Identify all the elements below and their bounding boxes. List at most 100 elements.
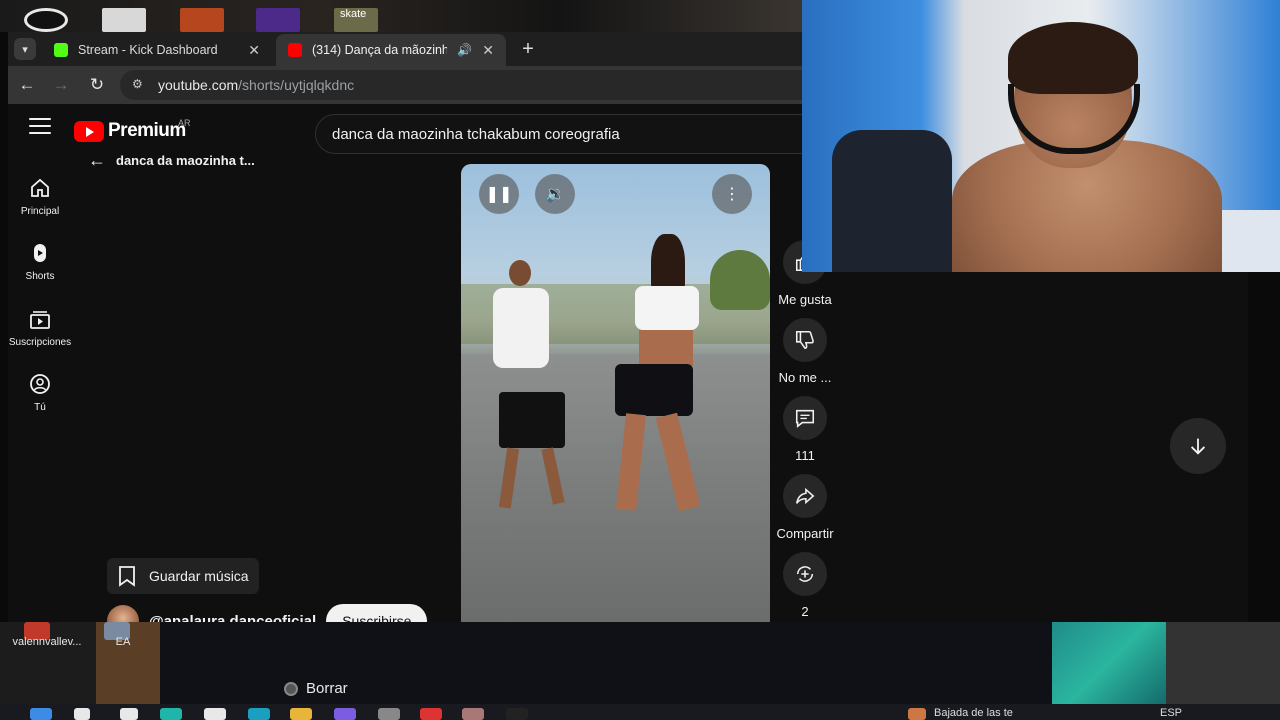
language-indicator[interactable]: ESP — [1160, 707, 1182, 719]
pause-button[interactable]: ❚❚ — [479, 174, 519, 214]
youtube-favicon-icon — [288, 43, 302, 57]
folder-icon[interactable] — [290, 708, 312, 720]
dislike-button[interactable]: No me ... — [769, 318, 841, 385]
webcam-chair — [832, 130, 952, 272]
channel-info: @analaura.danceoficial Suscribirse — [107, 604, 428, 623]
dancer-figure — [635, 286, 699, 330]
search-input[interactable]: danca da maozinha tchakabum coreografia — [315, 114, 835, 154]
dancer-figure — [493, 288, 549, 368]
webcam-overlay — [802, 0, 1280, 272]
subscriptions-icon — [30, 311, 50, 329]
new-tab-button[interactable]: + — [516, 38, 540, 62]
tab-search-button[interactable]: ▾ — [14, 38, 36, 60]
home-icon — [31, 178, 49, 197]
country-code: AR — [178, 118, 191, 128]
chrome-icon[interactable] — [420, 708, 442, 720]
app-icon[interactable] — [462, 708, 484, 720]
plus-icon: + — [522, 38, 534, 60]
menu-icon[interactable] — [29, 118, 51, 136]
thumbs-down-icon — [783, 318, 827, 362]
desktop-shortcut-label[interactable]: EA — [100, 636, 146, 648]
back-button[interactable]: ← — [16, 74, 38, 96]
next-short-button[interactable] — [1170, 418, 1226, 474]
dancer-figure — [615, 364, 693, 416]
discord-icon[interactable] — [334, 708, 356, 720]
borrar-button[interactable]: Borrar — [284, 680, 348, 697]
close-icon[interactable]: ✕ — [482, 42, 494, 59]
search-query: danca da maozinha tchakabum coreografia — [332, 126, 620, 143]
start-icon[interactable] — [30, 708, 52, 720]
app-icon[interactable] — [378, 708, 400, 720]
desktop-thumbnail — [102, 8, 146, 32]
tab-youtube[interactable]: (314) Dança da mãozinha - 🔊 ✕ — [276, 34, 506, 66]
close-icon[interactable]: ✕ — [248, 42, 260, 59]
site-info-icon[interactable]: ⚙ — [132, 77, 146, 91]
reload-icon: ↻ — [89, 75, 105, 94]
youtube-logo-icon — [74, 120, 104, 142]
guide-label: Principal — [20, 206, 60, 217]
like-label: Me gusta — [778, 292, 832, 307]
desktop-wallpaper — [1166, 622, 1280, 704]
guide-item-tu[interactable]: Tú — [8, 372, 72, 413]
save-music-label: Guardar música — [149, 568, 249, 584]
subscribe-button[interactable]: Suscribirse — [326, 604, 428, 622]
desktop-thumbnail-label: skate — [340, 8, 367, 20]
dancer-figure — [639, 330, 693, 366]
desktop-thumbnail: skate — [334, 8, 378, 32]
dislike-label: No me ... — [778, 370, 832, 385]
save-music-button[interactable]: Guardar música — [107, 558, 259, 594]
share-button[interactable]: Compartir — [769, 474, 841, 541]
share-label: Compartir — [776, 526, 834, 541]
app-icon[interactable] — [160, 708, 182, 720]
short-video-player[interactable]: ❚❚ 🔉 ⋮ — [461, 164, 770, 622]
remix-icon — [783, 552, 827, 596]
url-text: youtube.com/shorts/uytjqlqkdnc — [158, 77, 354, 93]
desktop-bottom: valennvallev... EA Borrar Bajada de las … — [0, 622, 1280, 720]
channel-handle[interactable]: @analaura.danceoficial — [149, 613, 316, 623]
dancer-figure — [499, 392, 565, 448]
desktop-thumbnail — [256, 8, 300, 32]
tab-title: Stream - Kick Dashboard — [78, 43, 218, 57]
desktop-wallpaper — [1052, 622, 1166, 704]
back-to-results[interactable]: ← danca da maozinha t... — [88, 150, 255, 171]
app-icon[interactable] — [506, 708, 528, 720]
comments-button[interactable]: 111 — [769, 396, 841, 463]
taskbar-item-label[interactable]: Bajada de las te — [934, 707, 1013, 719]
guide-item-suscripciones[interactable]: Suscripciones — [8, 307, 72, 348]
speaker-icon[interactable]: 🔊 — [457, 43, 472, 57]
url-path: /shorts/uytjqlqkdnc — [238, 77, 355, 93]
app-icon[interactable] — [204, 708, 226, 720]
search-icon[interactable] — [74, 708, 90, 720]
tab-title: (314) Dança da mãozinha - — [312, 43, 448, 57]
back-title: danca da maozinha t... — [116, 153, 255, 168]
desktop-thumbnail — [180, 8, 224, 32]
arrow-left-icon: ← — [88, 150, 106, 170]
borrar-icon — [284, 681, 298, 696]
volume-button[interactable]: 🔉 — [535, 174, 575, 214]
guide-item-principal[interactable]: Principal — [8, 176, 72, 217]
remix-button[interactable]: 2 — [769, 552, 841, 619]
tab-kick-dashboard[interactable]: Stream - Kick Dashboard ✕ — [42, 34, 272, 66]
shorts-icon — [34, 244, 46, 262]
arrow-left-icon: ← — [18, 75, 36, 94]
borrar-label: Borrar — [306, 680, 348, 697]
remix-count: 2 — [801, 604, 809, 619]
taskbar: Bajada de las te ESP — [0, 704, 1280, 720]
avatar[interactable] — [107, 605, 139, 622]
desktop-shortcut-label[interactable]: valennvallev... — [8, 636, 86, 648]
taskview-icon[interactable] — [120, 708, 138, 720]
you-icon — [30, 374, 50, 394]
edge-icon[interactable] — [248, 708, 270, 720]
desktop-top-strip: skate — [0, 0, 802, 32]
url-host: youtube.com — [158, 77, 239, 93]
reload-button[interactable]: ↻ — [86, 74, 108, 96]
chevron-down-icon: ▾ — [22, 43, 28, 56]
more-options-button[interactable]: ⋮ — [712, 174, 752, 214]
guide-item-shorts[interactable]: Shorts — [8, 241, 72, 282]
guide-label: Shorts — [25, 271, 55, 282]
guide-label: Suscripciones — [8, 337, 72, 348]
youtube-logo[interactable]: Premium — [74, 120, 186, 142]
notification-icon[interactable] — [908, 708, 926, 720]
desktop-app-icon — [24, 8, 68, 32]
forward-button[interactable]: → — [50, 74, 72, 96]
